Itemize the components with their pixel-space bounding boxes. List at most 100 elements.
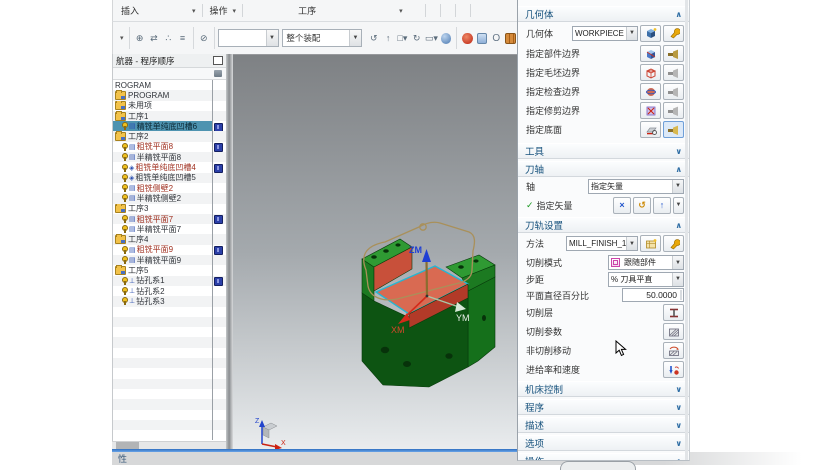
tree-row[interactable]: ▤半精铣平面7 [113,224,226,234]
chevron-down-icon[interactable]: ▼ [672,180,683,193]
expand-icon[interactable]: ∨ [676,385,683,394]
scope-combo[interactable]: 整个装配 ▼ [282,29,362,47]
section-tool-axis[interactable]: 刀轴 ∧ [518,161,689,177]
section-program[interactable]: 程序 ∨ [518,399,689,415]
tree-row[interactable]: ▤半精铣侧壁2 [113,193,226,203]
highlight-check-boundary-button[interactable] [663,83,684,100]
section-geometry[interactable]: 几何体 ∧ [518,6,689,22]
graphics-viewport[interactable]: ZM XM YM Z X [233,54,517,449]
tree-row-cell[interactable]: PROGRAM [113,90,213,100]
tree-row[interactable]: ▤半精铣平面8 [113,152,226,162]
tree-row[interactable]: ▤粗铣平面7 [113,214,226,224]
section-actions[interactable]: 操作 ∧ [518,453,689,461]
chevron-down-icon[interactable]: ▼ [626,237,637,250]
vector-options-button[interactable]: ▼ [673,197,684,214]
edit-geometry-button[interactable] [663,25,684,42]
tree-row-cell[interactable]: ▤粗铣平面8 [113,142,213,152]
section-options[interactable]: 选项 ∨ [518,435,689,451]
section-tool[interactable]: 工具 ∨ [518,143,689,159]
tree-row[interactable]: ▤粗铣侧壁2 [113,183,226,193]
tree-row-cell[interactable]: 工序4 [113,234,213,244]
tree-row-cell[interactable]: ◈粗铣单纯底凹槽4 [113,162,213,172]
tree-row-cell[interactable]: ⊥钻孔系3 [113,296,213,306]
swap-icon[interactable]: ⇄ [148,33,160,44]
window-icon[interactable] [477,33,488,44]
menu-operation[interactable]: 操作 ▾ [207,4,239,17]
circle-icon[interactable]: O [490,33,502,44]
tree-row-cell[interactable]: ROGRAM [113,80,213,90]
axis-combo[interactable]: 指定矢量 ▼ [588,179,684,194]
tree-row-cell[interactable]: 未用项 [113,101,213,111]
tree-row[interactable]: 工序1 [113,111,226,121]
select-floor-button[interactable] [640,121,661,138]
chevron-down-icon[interactable]: ▼ [349,30,361,46]
geometry-combo[interactable]: WORKPIECE ▼ [572,26,638,41]
tree-row[interactable]: ▤粗铣平面8 [113,142,226,152]
dialog-scrollbar[interactable] [685,0,688,460]
chevron-down-icon[interactable]: ▼ [266,30,278,46]
tree-row[interactable]: 未用项 [113,101,226,111]
tree-row[interactable]: 工序5 [113,265,226,275]
chevron-down-icon[interactable]: ▼ [626,27,637,40]
link-icon[interactable]: ⊕ [133,33,145,44]
tree-row-cell[interactable]: ⊥钻孔系1 [113,276,213,286]
collapse-icon[interactable]: ∧ [676,10,683,19]
panel-divider[interactable] [226,54,233,449]
select-part-boundary-button[interactable] [640,45,661,62]
chevron-down-icon[interactable]: ▾ [231,7,239,15]
undock-icon[interactable] [213,56,223,65]
filter-icon[interactable]: ⊘ [198,33,210,44]
menu-insert[interactable]: 插入 [118,4,142,17]
clear-vector-button[interactable]: × [613,197,631,214]
highlight-part-boundary-button[interactable] [663,45,684,62]
tree-row[interactable]: ⊥钻孔系3 [113,296,226,306]
selection-filter-combo[interactable]: ▼ [218,29,279,47]
tree-row-cell[interactable]: ▤粗铣平面7 [113,214,213,224]
highlight-trim-boundary-button[interactable] [663,102,684,119]
stepover-combo[interactable]: % 刀具平直 ▼ [608,272,684,287]
tree-row-cell[interactable]: 工序3 [113,204,213,214]
collapse-icon[interactable]: ∧ [676,165,683,174]
tree-row-cell[interactable]: 工序1 [113,111,213,121]
chevron-down-icon[interactable]: ▾ [118,34,126,42]
highlight-blank-boundary-button[interactable] [663,64,684,81]
tree-row-cell[interactable]: ▤半精铣侧壁2 [113,193,213,203]
grid-icon[interactable] [505,33,516,44]
tree-row-cell[interactable]: ▤半精铣平面9 [113,255,213,265]
section-machine-control[interactable]: 机床控制 ∨ [518,381,689,397]
new-geometry-button[interactable] [640,25,661,42]
vector-dialog-button[interactable]: ↺ [633,197,651,214]
tree-row[interactable]: ▤半精铣平面9 [113,255,226,265]
up-arrow-icon[interactable]: ↑ [382,33,394,43]
redo-icon[interactable]: ↻ [411,33,423,44]
tree-row[interactable]: ▤粗铣平面9 [113,245,226,255]
tree-row[interactable]: ⊥钻孔系2 [113,286,226,296]
tree-row-cell[interactable]: ▤粗铣平面9 [113,245,213,255]
collapse-icon[interactable]: ∧ [676,457,683,462]
section-description[interactable]: 描述 ∨ [518,417,689,433]
tree-row-cell[interactable]: ⊥钻孔系2 [113,286,213,296]
tree-row[interactable]: ▤精铣单纯底凹槽6 [113,121,226,131]
select-blank-boundary-button[interactable] [640,64,661,81]
chevron-down-icon[interactable]: ▾ [397,7,405,15]
tree-row-cell[interactable]: 工序2 [113,131,213,141]
expand-icon[interactable]: ∨ [676,439,683,448]
tree-row[interactable]: ◈粗铣单纯底凹槽5 [113,173,226,183]
tree-row[interactable]: PROGRAM [113,90,226,100]
tree-row[interactable]: ⊥钻孔系1 [113,276,226,286]
tree-row-cell[interactable]: ◈粗铣单纯底凹槽5 [113,173,213,183]
expand-icon[interactable]: ∨ [676,403,683,412]
tree-row-cell[interactable]: 工序5 [113,265,213,275]
tree-row-cell[interactable]: ▤半精铣平面8 [113,152,213,162]
tree-row[interactable]: 工序3 [113,204,226,214]
chevron-down-icon[interactable]: ▾ [190,7,198,15]
cut-levels-button[interactable] [663,304,684,321]
menu-process[interactable]: 工序 [295,4,319,17]
expand-icon[interactable]: ∨ [676,147,683,156]
tree-row[interactable]: ROGRAM [113,80,226,90]
tree-row[interactable]: ◈粗铣单纯底凹槽4 [113,162,226,172]
expand-icon[interactable]: ∨ [676,421,683,430]
record-icon[interactable] [462,33,472,44]
tree-row[interactable]: 工序2 [113,131,226,141]
non-cutting-moves-button[interactable] [663,342,684,359]
